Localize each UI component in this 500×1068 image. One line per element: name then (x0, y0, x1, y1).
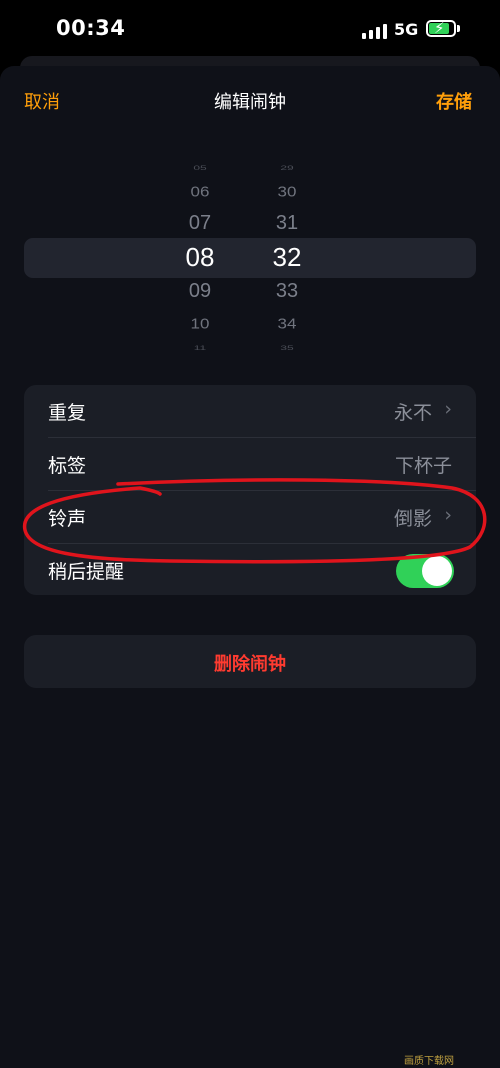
minute-option[interactable]: 30 (257, 183, 317, 200)
hour-option[interactable]: 05 (170, 164, 230, 172)
status-time: 00:34 (56, 16, 126, 40)
hour-selected[interactable]: 08 (170, 242, 230, 273)
page-title: 编辑闹钟 (214, 92, 286, 113)
sound-value: 倒影 (393, 508, 432, 530)
status-bar: 00:34 5G ⚡ (0, 0, 500, 60)
label-label: 标签 (48, 455, 87, 477)
delete-alarm-button[interactable]: 删除闹钟 (24, 635, 476, 688)
label-row[interactable]: 标签 下杯子 (24, 438, 476, 490)
label-value: 下杯子 (394, 455, 452, 477)
charging-bolt-icon: ⚡ (434, 19, 445, 37)
minute-picker[interactable]: 29 30 31 32 33 34 35 (257, 150, 317, 360)
cellular-signal-icon (362, 23, 388, 39)
minute-selected[interactable]: 32 (257, 242, 317, 273)
sound-label: 铃声 (48, 508, 87, 530)
hour-option[interactable]: 10 (170, 315, 230, 332)
toggle-knob (422, 556, 452, 586)
watermark: 画质下载网 (404, 1056, 454, 1067)
hour-option[interactable]: 06 (170, 183, 230, 200)
snooze-label: 稍后提醒 (48, 561, 125, 583)
picker-selection-highlight (24, 238, 476, 278)
repeat-value: 永不 (393, 402, 432, 424)
snooze-toggle[interactable] (396, 554, 454, 588)
snooze-row: 稍后提醒 (24, 544, 476, 596)
network-type: 5G (394, 20, 419, 39)
alarm-settings-group: 重复 永不 › 标签 下杯子 铃声 倒影 › 稍后提醒 (24, 385, 476, 595)
minute-option[interactable]: 35 (257, 344, 317, 352)
hour-option[interactable]: 09 (170, 280, 230, 303)
save-button[interactable]: 存储 (436, 88, 472, 114)
minute-option[interactable]: 34 (257, 315, 317, 332)
sound-row[interactable]: 铃声 倒影 › (24, 491, 476, 543)
chevron-right-icon: › (444, 398, 452, 420)
minute-option[interactable]: 29 (257, 164, 317, 172)
delete-alarm-label: 删除闹钟 (214, 654, 286, 675)
chevron-right-icon: › (444, 504, 452, 526)
minute-option[interactable]: 31 (257, 212, 317, 235)
hour-picker[interactable]: 05 06 07 08 09 10 11 (170, 150, 230, 360)
battery-nub (457, 25, 460, 32)
minute-option[interactable]: 33 (257, 280, 317, 303)
hour-option[interactable]: 07 (170, 212, 230, 235)
hour-option[interactable]: 11 (170, 344, 230, 352)
repeat-row[interactable]: 重复 永不 › (24, 385, 476, 437)
repeat-label: 重复 (48, 402, 87, 424)
